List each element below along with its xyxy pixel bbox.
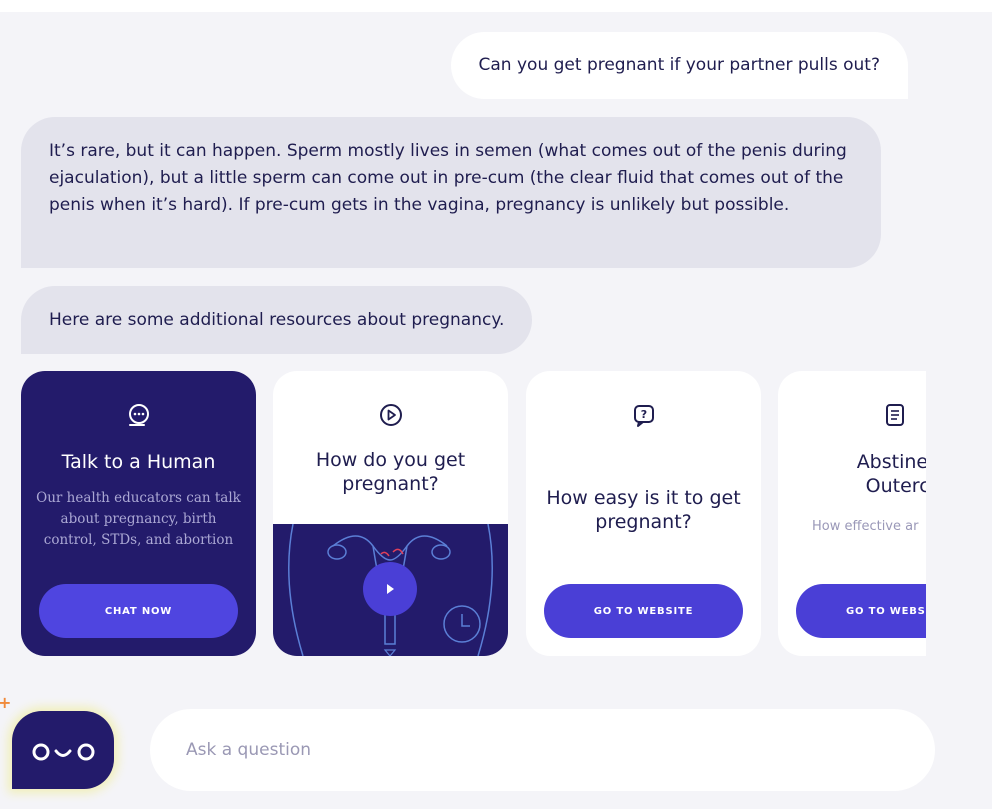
- play-circle-icon: [379, 404, 402, 426]
- card-title: How easy is it to get pregnant?: [546, 487, 741, 533]
- bot-face-icon: [32, 743, 95, 761]
- card-title-line-1: Abstinence: [856, 451, 926, 473]
- card-how-get-pregnant-video[interactable]: How do you get pregnant?: [273, 371, 508, 656]
- bot-answer-text: It’s rare, but it can happen. Sperm most…: [49, 141, 847, 215]
- play-button-icon[interactable]: [363, 562, 417, 616]
- sparkle-icon: +: [0, 693, 12, 712]
- document-icon: [886, 404, 904, 426]
- video-thumbnail[interactable]: [273, 524, 508, 656]
- bot-avatar[interactable]: [12, 711, 114, 789]
- card-description: How effective ar: [812, 519, 919, 534]
- user-message-bubble: Can you get pregnant if your partner pul…: [450, 32, 908, 99]
- card-how-easy-pregnant: ? How easy is it to get pregnant? GO TO …: [526, 371, 761, 656]
- card-title-line-2: Outercou: [865, 475, 926, 497]
- chat-bubble-icon: [128, 404, 149, 426]
- go-to-website-button[interactable]: GO TO WEBS: [796, 584, 926, 638]
- question-bubble-icon: ?: [633, 405, 654, 427]
- card-description: Our health educators can talk about preg…: [36, 490, 241, 548]
- card-talk-to-human: Talk to a Human Our health educators can…: [21, 371, 256, 656]
- user-message-text: Can you get pregnant if your partner pul…: [478, 55, 880, 75]
- top-bar: [0, 0, 992, 12]
- ask-question-input[interactable]: [186, 709, 906, 791]
- bot-resources-bubble: Here are some additional resources about…: [21, 286, 533, 354]
- card-title: Talk to a Human: [61, 451, 216, 473]
- bot-resources-text: Here are some additional resources about…: [49, 310, 505, 330]
- bot-answer-bubble: It’s rare, but it can happen. Sperm most…: [21, 117, 881, 268]
- card-title: How do you get pregnant?: [315, 449, 466, 495]
- card-title: Abstinence Outercou: [778, 450, 926, 498]
- svg-text:?: ?: [640, 408, 646, 421]
- card-abstinence-outercourse: Abstinence Outercou How effective ar GO …: [778, 371, 926, 656]
- question-input-container: [150, 709, 935, 791]
- chat-now-button[interactable]: CHAT NOW: [39, 584, 238, 638]
- resource-carousel[interactable]: Talk to a Human Our health educators can…: [21, 371, 926, 671]
- clock-icon: [443, 605, 481, 643]
- go-to-website-button[interactable]: GO TO WEBSITE: [544, 584, 743, 638]
